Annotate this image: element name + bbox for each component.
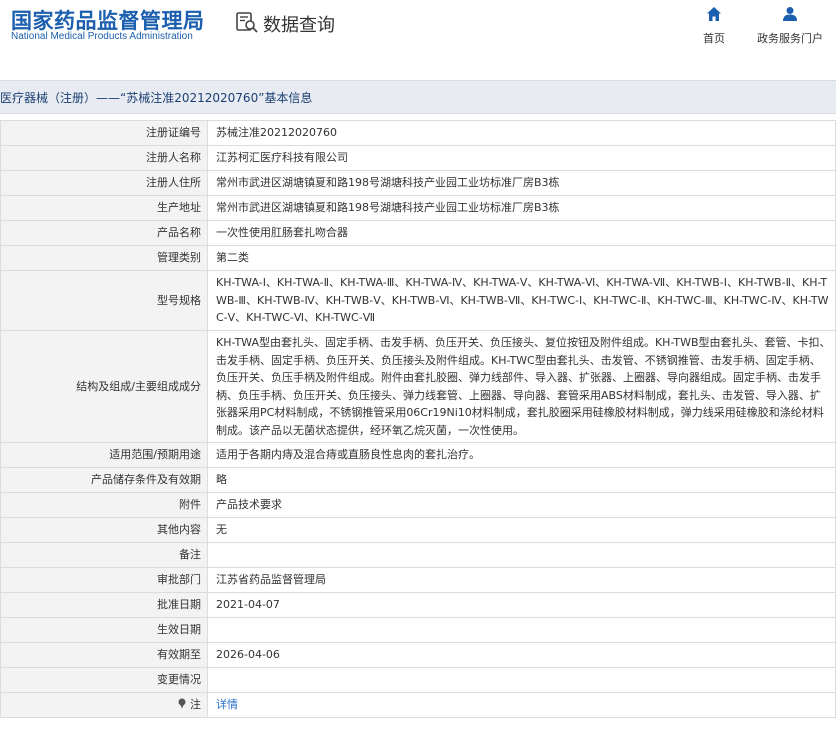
field-label: 批准日期 xyxy=(0,592,208,618)
table-row: 注册证编号 苏械注准20212020760 xyxy=(0,120,836,146)
field-label: 注册人住所 xyxy=(0,170,208,196)
pin-icon xyxy=(177,698,191,711)
nav-services-label: 政务服务门户 xyxy=(757,32,823,45)
field-label: 变更情况 xyxy=(0,667,208,693)
field-value xyxy=(207,542,836,568)
field-label: 产品储存条件及有效期 xyxy=(0,467,208,493)
field-label: 适用范围/预期用途 xyxy=(0,442,208,468)
field-label: 注册证编号 xyxy=(0,120,208,146)
table-row: 批准日期 2021-04-07 xyxy=(0,592,836,618)
note-label-cell: 注 xyxy=(0,692,208,718)
field-value xyxy=(207,667,836,693)
field-label: 生产地址 xyxy=(0,195,208,221)
table-row: 管理类别 第二类 xyxy=(0,245,836,271)
field-label: 产品名称 xyxy=(0,220,208,246)
header: 国家药品监督管理局 National Medical Products Admi… xyxy=(0,0,836,62)
table-row: 备注 xyxy=(0,542,836,568)
field-label: 附件 xyxy=(0,492,208,518)
table-row: 其他内容无 xyxy=(0,517,836,543)
table-row: 产品储存条件及有效期略 xyxy=(0,467,836,493)
field-label: 结构及组成/主要组成成分 xyxy=(0,330,208,443)
table-row: 变更情况 xyxy=(0,667,836,693)
field-label: 其他内容 xyxy=(0,517,208,543)
field-value: 常州市武进区湖塘镇夏和路198号湖塘科技产业园工业坊标准厂房B3栋 xyxy=(207,195,836,221)
table-row: 有效期至 2026-04-06 xyxy=(0,642,836,668)
field-value: 苏械注准20212020760 xyxy=(207,120,836,146)
field-value: 江苏省药品监督管理局 xyxy=(207,567,836,593)
field-value: KH-TWA-Ⅰ、KH-TWA-Ⅱ、KH-TWA-Ⅲ、KH-TWA-Ⅳ、KH-T… xyxy=(207,270,836,331)
field-label: 有效期至 xyxy=(0,642,208,668)
table-row: 审批部门 江苏省药品监督管理局 xyxy=(0,567,836,593)
data-query-heading: 数据查询 xyxy=(235,10,335,38)
nav-home-label: 首页 xyxy=(703,32,725,45)
details-link[interactable]: 详情 xyxy=(216,698,238,711)
page-title-bar: 医疗器械（注册）——“苏械注准20212020760”基本信息 xyxy=(0,80,836,114)
table-row: 型号规格 KH-TWA-Ⅰ、KH-TWA-Ⅱ、KH-TWA-Ⅲ、KH-TWA-Ⅳ、… xyxy=(0,270,836,331)
detail-table: 注册证编号 苏械注准20212020760 注册人名称 江苏柯汇医疗科技有限公司 注册人… xyxy=(0,120,836,718)
field-label: 备注 xyxy=(0,542,208,568)
field-value: KH-TWA型由套扎头、固定手柄、击发手柄、负压开关、负压接头、复位按钮及附件组… xyxy=(207,330,836,443)
field-value: 略 xyxy=(207,467,836,493)
field-value: 2026-04-06 xyxy=(207,642,836,668)
table-row: 生产地址 常州市武进区湖塘镇夏和路198号湖塘科技产业园工业坊标准厂房B3栋 xyxy=(0,195,836,221)
table-row: 生效日期 xyxy=(0,617,836,643)
field-value: 产品技术要求 xyxy=(207,492,836,518)
data-query-title: 数据查询 xyxy=(263,15,335,36)
field-value: 一次性使用肛肠套扎吻合器 xyxy=(207,220,836,246)
table-row: 适用范围/预期用途 适用于各期内痔及混合痔或直肠良性息肉的套扎治疗。 xyxy=(0,442,836,468)
table-row: 注册人名称 江苏柯汇医疗科技有限公司 xyxy=(0,145,836,171)
table-row: 结构及组成/主要组成成分 KH-TWA型由套扎头、固定手柄、击发手柄、负压开关、负… xyxy=(0,330,836,443)
note-value-cell: 详情 xyxy=(207,692,836,718)
field-value: 适用于各期内痔及混合痔或直肠良性息肉的套扎治疗。 xyxy=(207,442,836,468)
data-query-icon xyxy=(235,10,259,38)
user-icon xyxy=(782,6,798,26)
note-label: 注 xyxy=(190,698,201,712)
home-icon xyxy=(706,6,722,26)
field-label: 型号规格 xyxy=(0,270,208,331)
field-value: 无 xyxy=(207,517,836,543)
table-row: 附件 产品技术要求 xyxy=(0,492,836,518)
field-label: 管理类别 xyxy=(0,245,208,271)
nav-services[interactable]: 政务服务门户 xyxy=(757,6,823,46)
field-value: 第二类 xyxy=(207,245,836,271)
field-value: 江苏柯汇医疗科技有限公司 xyxy=(207,145,836,171)
note-row: 注 详情 xyxy=(0,692,836,718)
field-label: 生效日期 xyxy=(0,617,208,643)
table-row: 注册人住所 常州市武进区湖塘镇夏和路198号湖塘科技产业园工业坊标准厂房B3栋 xyxy=(0,170,836,196)
page-title: 医疗器械（注册）——“苏械注准20212020760”基本信息 xyxy=(0,90,313,105)
field-value: 2021-04-07 xyxy=(207,592,836,618)
nav-home[interactable]: 首页 xyxy=(703,6,725,46)
table-row: 产品名称 一次性使用肛肠套扎吻合器 xyxy=(0,220,836,246)
field-value xyxy=(207,617,836,643)
field-value: 常州市武进区湖塘镇夏和路198号湖塘科技产业园工业坊标准厂房B3栋 xyxy=(207,170,836,196)
field-label: 审批部门 xyxy=(0,567,208,593)
field-label: 注册人名称 xyxy=(0,145,208,171)
logo-subtitle: National Medical Products Administration xyxy=(11,31,193,42)
